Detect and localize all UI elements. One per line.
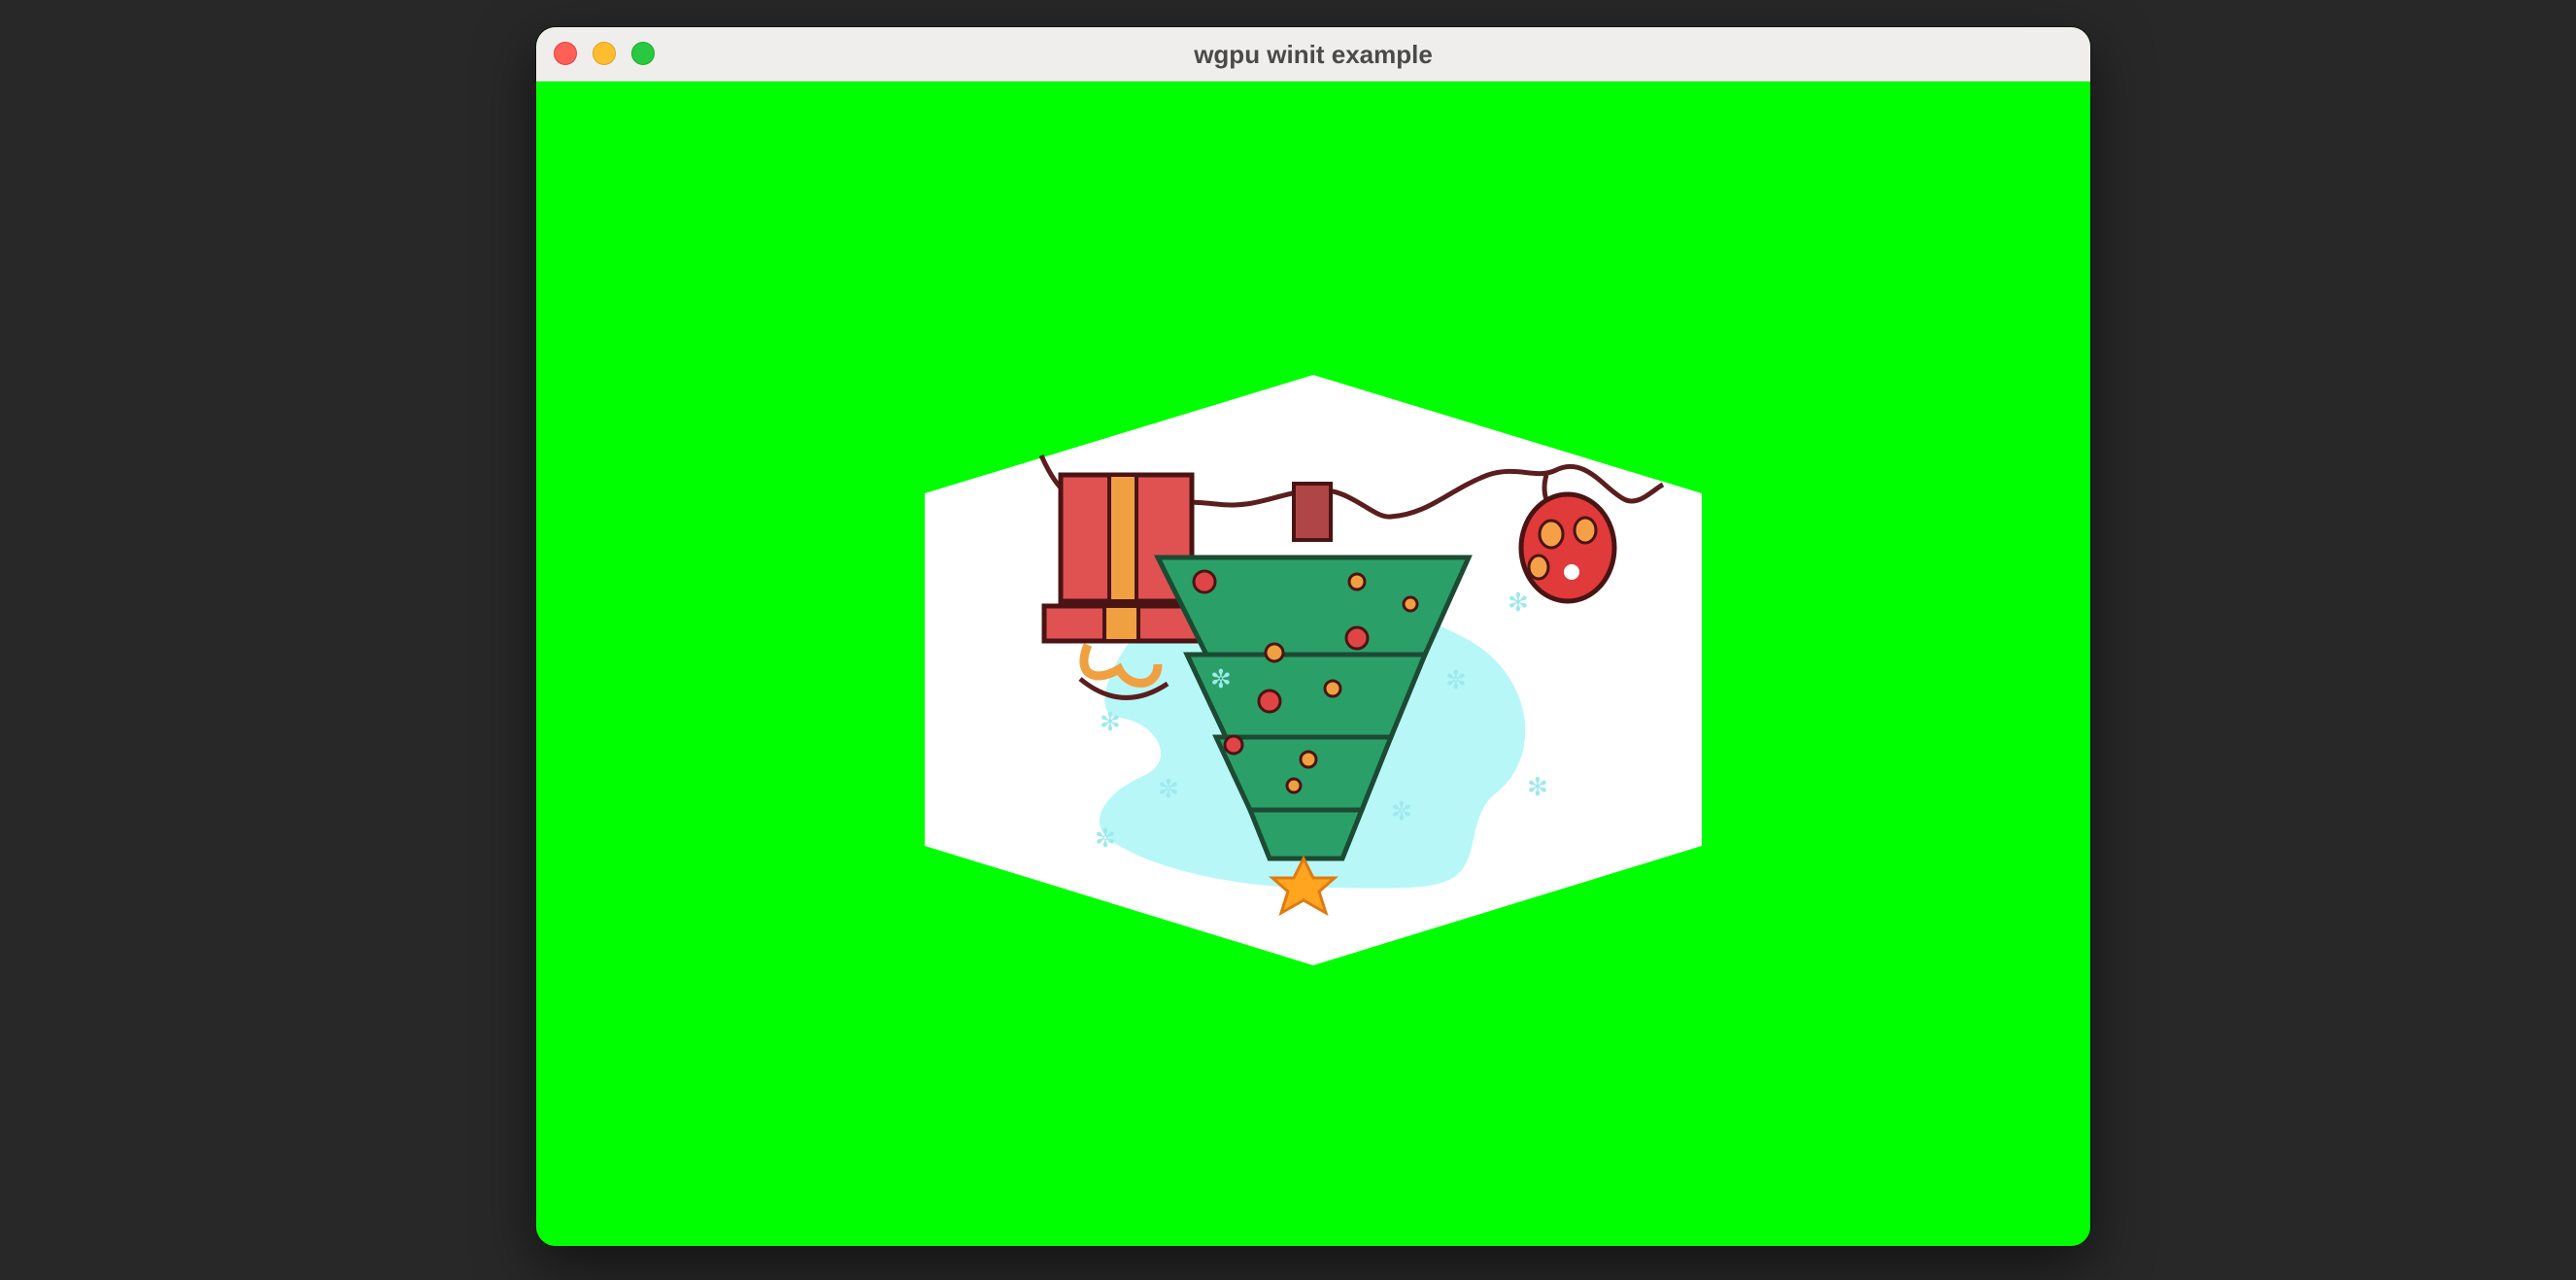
svg-text:✼: ✼ bbox=[1445, 666, 1467, 695]
svg-text:✻: ✻ bbox=[1508, 589, 1529, 618]
app-window: wgpu winit example ✻ ✻ ✻ ✼ ✼ ✼ ✼ ✼ bbox=[536, 27, 2090, 1246]
render-surface: ✻ ✻ ✻ ✼ ✼ ✼ ✼ ✼ bbox=[925, 375, 1702, 965]
tree-trunk bbox=[1292, 482, 1333, 542]
svg-text:✼: ✼ bbox=[1391, 797, 1412, 826]
svg-text:✻: ✻ bbox=[1100, 708, 1121, 737]
red-bauble bbox=[1518, 491, 1617, 604]
window-title: wgpu winit example bbox=[1194, 40, 1433, 69]
desktop: wgpu winit example ✻ ✻ ✻ ✼ ✼ ✼ ✼ ✼ bbox=[0, 0, 2576, 1280]
title-bar[interactable]: wgpu winit example bbox=[536, 27, 2090, 82]
svg-text:✼: ✼ bbox=[1095, 825, 1116, 854]
render-canvas[interactable]: ✻ ✻ ✻ ✼ ✼ ✼ ✼ ✼ bbox=[536, 82, 2090, 1246]
svg-text:✼: ✼ bbox=[1158, 775, 1179, 804]
svg-text:✼: ✼ bbox=[1210, 665, 1232, 694]
svg-text:✻: ✻ bbox=[1527, 773, 1548, 802]
